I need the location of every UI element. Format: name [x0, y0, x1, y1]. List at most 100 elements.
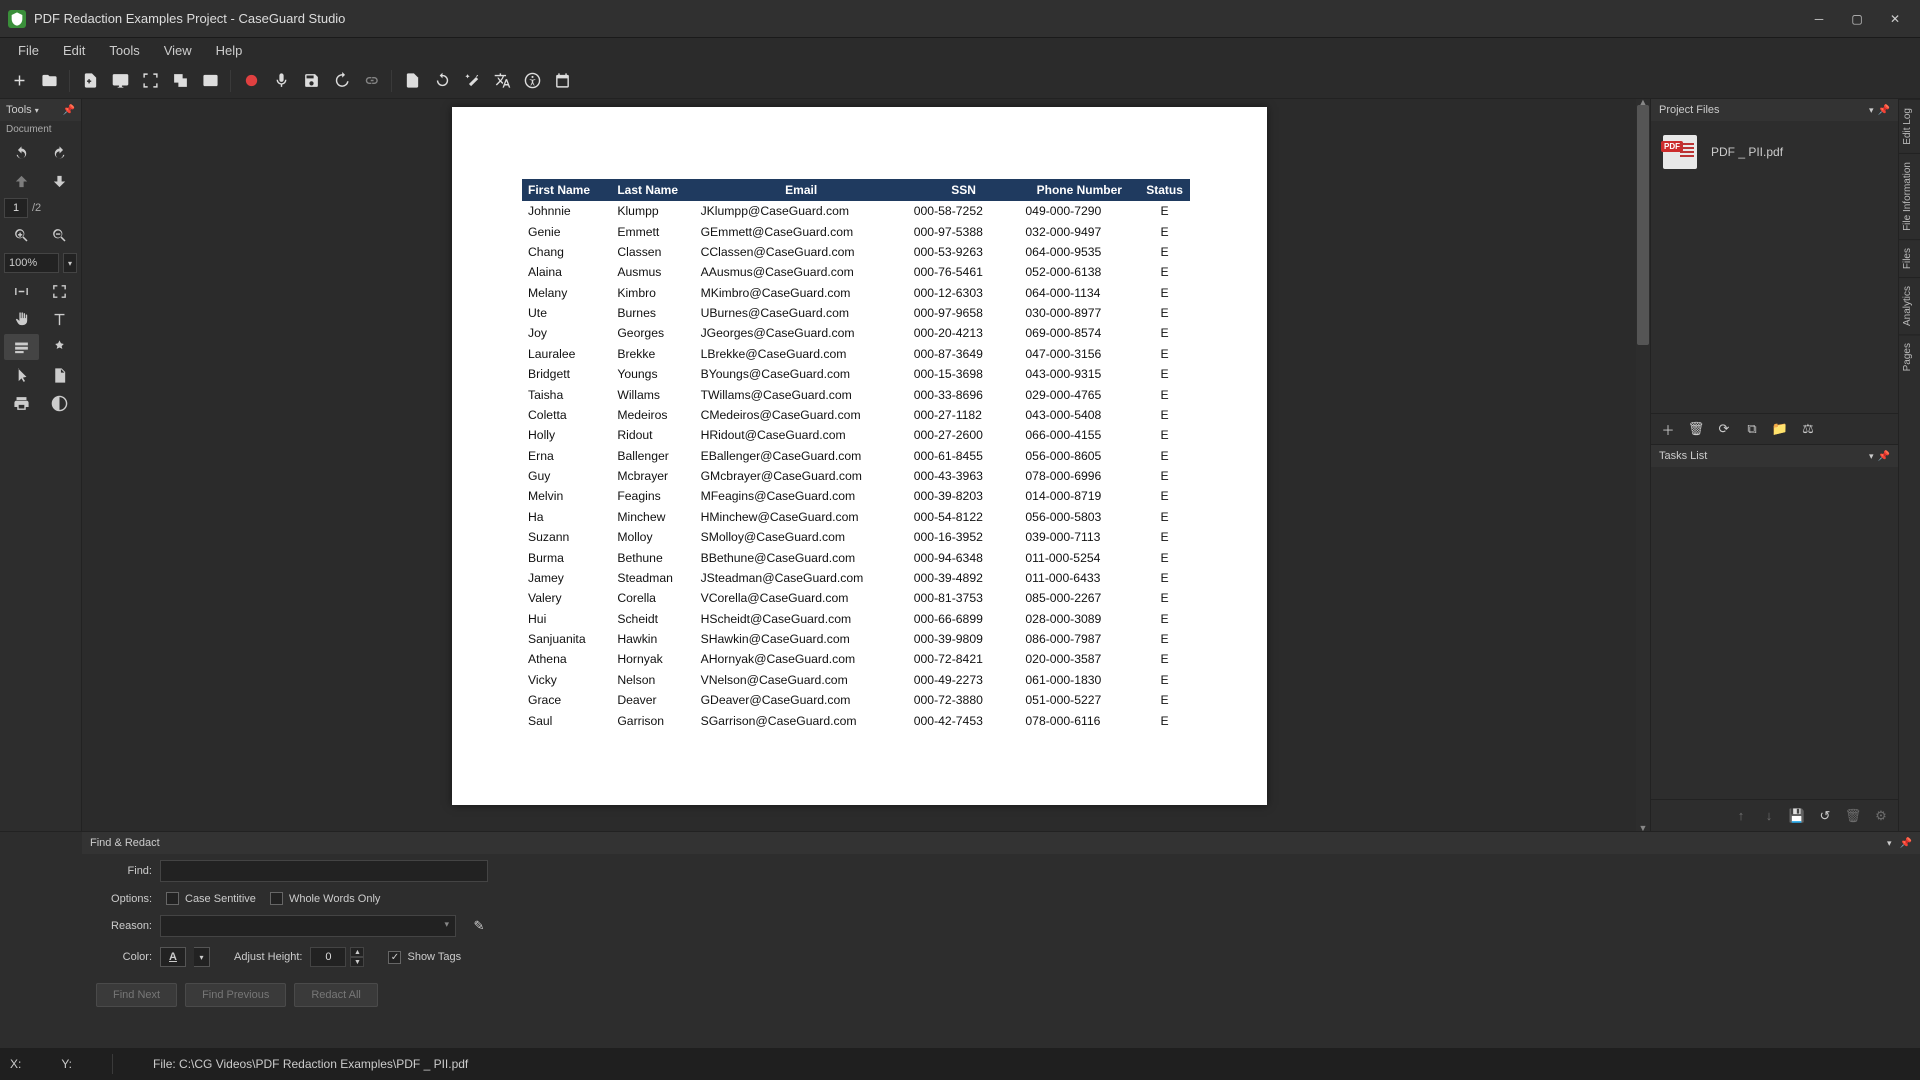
copy-icon[interactable]: ⧉ [1743, 420, 1761, 438]
text-select-icon[interactable] [43, 306, 78, 332]
zoom-value[interactable]: 100% [4, 253, 59, 273]
table-row[interactable]: ColettaMedeirosCMedeiros@CaseGuard.com00… [522, 405, 1190, 425]
table-row[interactable]: JameySteadmanJSteadman@CaseGuard.com000-… [522, 568, 1190, 588]
table-row[interactable]: BurmaBethuneBBethune@CaseGuard.com000-94… [522, 547, 1190, 567]
task-delete-icon[interactable]: 🗑 [1844, 807, 1862, 825]
redact-area-icon[interactable] [4, 334, 39, 360]
move-down-icon[interactable]: ↓ [1760, 807, 1778, 825]
vtab-edit-log[interactable]: Edit Log [1899, 99, 1920, 153]
new-project-icon[interactable] [6, 68, 32, 94]
menu-tools[interactable]: Tools [99, 40, 149, 61]
table-row[interactable]: JoyGeorgesJGeorges@CaseGuard.com000-20-4… [522, 323, 1190, 343]
task-save-icon[interactable]: 💾 [1788, 807, 1806, 825]
screen-icon[interactable] [107, 68, 133, 94]
table-row[interactable]: GuyMcbrayerGMcbrayer@CaseGuard.com000-43… [522, 466, 1190, 486]
vtab-file-info[interactable]: File Information [1899, 153, 1920, 239]
table-row[interactable]: GenieEmmettGEmmett@CaseGuard.com000-97-5… [522, 221, 1190, 241]
case-sensitive-checkbox[interactable]: Case Sentitive [166, 892, 256, 905]
calendar-icon[interactable] [549, 68, 575, 94]
adjust-height-input[interactable] [310, 947, 346, 967]
table-row[interactable]: BridgettYoungsBYoungs@CaseGuard.com000-1… [522, 364, 1190, 384]
menu-edit[interactable]: Edit [53, 40, 95, 61]
minimize-button[interactable]: ─ [1802, 8, 1836, 30]
maximize-button[interactable]: ▢ [1840, 8, 1874, 30]
table-row[interactable]: HuiScheidtHScheidt@CaseGuard.com000-66-6… [522, 609, 1190, 629]
translate-icon[interactable] [489, 68, 515, 94]
color-dropdown-icon[interactable]: ▾ [194, 947, 210, 967]
overlay-icon[interactable] [167, 68, 193, 94]
print-icon[interactable] [4, 390, 39, 416]
whole-words-checkbox[interactable]: Whole Words Only [270, 892, 381, 905]
document-icon[interactable] [399, 68, 425, 94]
reason-dropdown[interactable] [160, 915, 456, 937]
table-row[interactable]: MelvinFeaginsMFeagins@CaseGuard.com000-3… [522, 486, 1190, 506]
scroll-down-icon[interactable]: ▼ [1636, 821, 1650, 831]
open-folder-icon[interactable]: 📁 [1771, 420, 1789, 438]
table-row[interactable]: GraceDeaverGDeaver@CaseGuard.com000-72-3… [522, 690, 1190, 710]
link-icon[interactable] [358, 68, 384, 94]
open-folder-icon[interactable] [36, 68, 62, 94]
auto-wand-icon[interactable] [459, 68, 485, 94]
table-row[interactable]: HollyRidoutHRidout@CaseGuard.com000-27-2… [522, 425, 1190, 445]
table-row[interactable]: ChangClassenCClassen@CaseGuard.com000-53… [522, 242, 1190, 262]
scrollbar-thumb[interactable] [1637, 105, 1649, 345]
table-row[interactable]: VickyNelsonVNelson@CaseGuard.com000-49-2… [522, 670, 1190, 690]
hand-tool-icon[interactable] [4, 306, 39, 332]
sync-icon[interactable] [429, 68, 455, 94]
pointer-icon[interactable] [4, 362, 39, 388]
table-row[interactable]: JohnnieKlumppJKlumpp@CaseGuard.com000-58… [522, 201, 1190, 221]
menu-help[interactable]: Help [206, 40, 253, 61]
panel-pin-icon[interactable]: 📌 [1878, 451, 1890, 462]
pdf-page[interactable]: First NameLast NameEmailSSNPhone NumberS… [452, 107, 1267, 805]
page-number-input[interactable] [4, 198, 28, 218]
capture-icon[interactable] [137, 68, 163, 94]
color-picker-button[interactable]: A [160, 947, 186, 967]
auto-detect-icon[interactable] [43, 334, 78, 360]
page-tool-icon[interactable] [43, 362, 78, 388]
add-file-icon[interactable] [77, 68, 103, 94]
microphone-icon[interactable] [268, 68, 294, 94]
contrast-icon[interactable] [43, 390, 78, 416]
zoom-out-icon[interactable] [43, 222, 78, 248]
save-icon[interactable] [298, 68, 324, 94]
zoom-in-icon[interactable] [4, 222, 39, 248]
record-icon[interactable] [238, 68, 264, 94]
up-icon[interactable] [4, 168, 39, 194]
refresh-icon[interactable]: ⟳ [1715, 420, 1733, 438]
find-next-button[interactable]: Find Next [96, 983, 177, 1007]
find-previous-button[interactable]: Find Previous [185, 983, 286, 1007]
table-row[interactable]: SuzannMolloySMolloy@CaseGuard.com000-16-… [522, 527, 1190, 547]
project-file-item[interactable]: PDF PDF _ PII.pdf [1659, 129, 1890, 175]
vtab-analytics[interactable]: Analytics [1899, 277, 1920, 334]
vtab-pages[interactable]: Pages [1899, 334, 1920, 379]
panel-pin-icon[interactable]: 📌 [1900, 838, 1912, 849]
table-row[interactable]: HaMinchewHMinchew@CaseGuard.com000-54-81… [522, 507, 1190, 527]
task-settings-icon[interactable]: ⚙ [1872, 807, 1890, 825]
table-row[interactable]: SanjuanitaHawkinSHawkin@CaseGuard.com000… [522, 629, 1190, 649]
show-tags-checkbox[interactable]: ✓Show Tags [388, 951, 461, 964]
panel-dropdown-icon[interactable]: ▾ [1869, 105, 1874, 116]
edit-reason-icon[interactable]: ✎ [470, 917, 488, 935]
menu-file[interactable]: File [8, 40, 49, 61]
adjust-up-icon[interactable]: ▲ [350, 947, 364, 957]
panel-pin-icon[interactable]: 📌 [1878, 105, 1890, 116]
task-history-icon[interactable]: ↺ [1816, 807, 1834, 825]
menu-view[interactable]: View [154, 40, 202, 61]
adjust-down-icon[interactable]: ▼ [350, 957, 364, 967]
table-row[interactable]: SaulGarrisonSGarrison@CaseGuard.com000-4… [522, 710, 1190, 730]
history-icon[interactable] [328, 68, 354, 94]
table-row[interactable]: AlainaAusmusAAusmus@CaseGuard.com000-76-… [522, 262, 1190, 282]
down-icon[interactable] [43, 168, 78, 194]
table-row[interactable]: ValeryCorellaVCorella@CaseGuard.com000-8… [522, 588, 1190, 608]
move-up-icon[interactable]: ↑ [1732, 807, 1750, 825]
redo-icon[interactable] [43, 140, 78, 166]
redact-all-button[interactable]: Redact All [294, 983, 378, 1007]
panel-dropdown-icon[interactable]: ▾ [1869, 451, 1874, 462]
fit-width-icon[interactable] [4, 278, 39, 304]
accessibility-icon[interactable] [519, 68, 545, 94]
table-row[interactable]: TaishaWillamsTWillams@CaseGuard.com000-3… [522, 384, 1190, 404]
close-button[interactable]: ✕ [1878, 8, 1912, 30]
table-row[interactable]: MelanyKimbroMKimbro@CaseGuard.com000-12-… [522, 283, 1190, 303]
delete-file-icon[interactable]: 🗑 [1687, 420, 1705, 438]
panel-dropdown-icon[interactable]: ▾ [1887, 838, 1892, 849]
